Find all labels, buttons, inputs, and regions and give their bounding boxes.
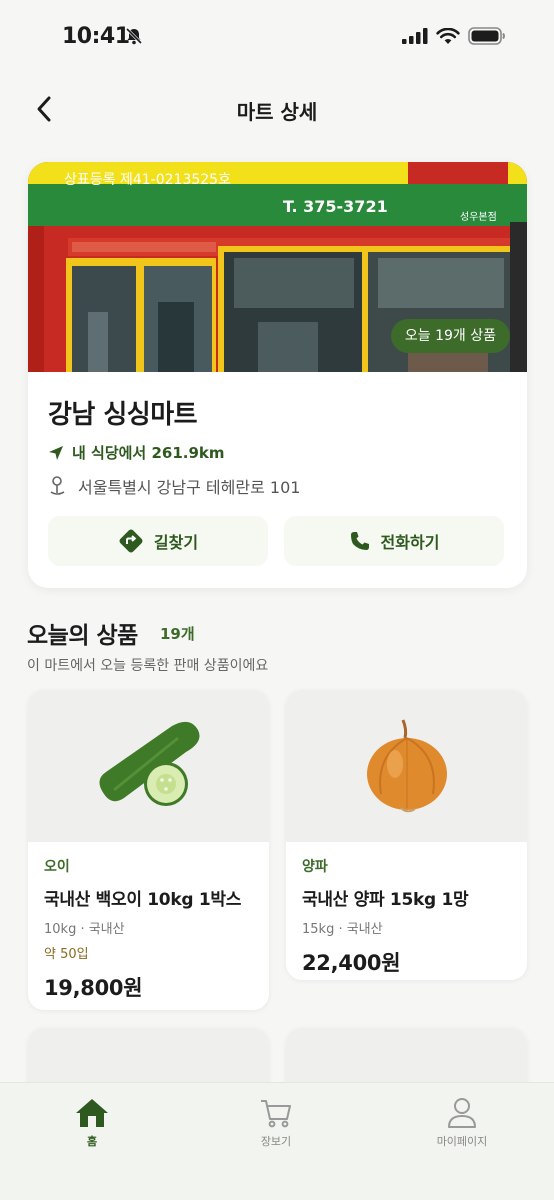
sign-branch-text: 성우본점 [460, 211, 497, 223]
address-text: 서울특별시 강남구 테헤란로 101 [78, 478, 301, 497]
sign-phone-text: T. 375-3721 [283, 197, 388, 216]
battery-icon [468, 27, 505, 45]
directions-button[interactable]: 길찾기 [48, 516, 268, 566]
cucumber-icon [98, 721, 199, 806]
store-name: 강남 싱싱마트 [48, 400, 198, 430]
product-name: 국내산 양파 15kg 1망 [302, 890, 469, 910]
home-icon [76, 1099, 108, 1127]
product-quantity: 약 50입 [44, 947, 89, 962]
address-row: 서울특별시 강남구 테헤란로 101 [48, 474, 300, 498]
status-time: 10:41 [62, 24, 130, 49]
tab-cart-label: 장보기 [260, 1135, 292, 1148]
product-meta: 15kg · 국내산 [302, 922, 383, 937]
signal-icon [402, 28, 428, 44]
product-price: 19,800원 [44, 976, 143, 1000]
wifi-icon [436, 27, 460, 44]
directions-label: 길찾기 [153, 533, 199, 552]
onion-icon [366, 719, 447, 813]
nav-bar: 마트 상세 [0, 84, 554, 134]
product-image [28, 690, 269, 842]
directions-icon [119, 529, 143, 553]
tab-cart[interactable]: 장보기 [216, 1097, 336, 1149]
section-count: 19개 [160, 625, 195, 643]
section-title: 오늘의 상품 [27, 623, 138, 649]
store-photo: 가 상표등록 제41-0213525호 T. 375-3721 성우본점 오늘 … [28, 162, 527, 372]
product-meta: 10kg · 국내산 [44, 922, 125, 937]
status-bar: 10:41 [0, 0, 554, 74]
product-card[interactable]: 오이 국내산 백오이 10kg 1박스 10kg · 국내산 약 50입 19,… [28, 690, 269, 1010]
product-price: 22,400원 [302, 951, 401, 975]
navigation-arrow-icon [49, 445, 63, 460]
bell-muted-icon [125, 27, 143, 45]
call-label: 전화하기 [380, 533, 440, 552]
distance-text: 내 식당에서 261.9km [72, 444, 225, 462]
phone-icon [350, 532, 369, 550]
product-category: 오이 [44, 859, 70, 875]
section-subtitle: 이 마트에서 오늘 등록한 판매 상품이에요 [27, 658, 269, 674]
tab-mypage[interactable]: 마이페이지 [402, 1097, 522, 1149]
product-card[interactable]: 양파 국내산 양파 15kg 1망 15kg · 국내산 22,400원 [286, 690, 527, 980]
today-products-chip: 오늘 19개 상품 [390, 319, 510, 353]
tab-home-label: 홈 [86, 1135, 98, 1148]
tab-home[interactable]: 홈 [32, 1097, 152, 1149]
product-category: 양파 [302, 859, 328, 875]
tab-bar: 홈 장보기 마이페이지 [0, 1082, 554, 1200]
product-name: 국내산 백오이 10kg 1박스 [44, 890, 242, 910]
location-pin-icon [50, 476, 65, 495]
product-image [286, 690, 527, 842]
distance-row: 내 식당에서 261.9km [48, 442, 225, 463]
cart-icon [261, 1100, 291, 1128]
person-icon [448, 1098, 476, 1128]
call-button[interactable]: 전화하기 [284, 516, 504, 566]
page-title: 마트 상세 [236, 100, 318, 124]
store-card: 가 상표등록 제41-0213525호 T. 375-3721 성우본점 오늘 … [28, 162, 527, 588]
sign-registration-text: 상표등록 제41-0213525호 [64, 172, 231, 188]
tab-mypage-label: 마이페이지 [436, 1135, 488, 1148]
